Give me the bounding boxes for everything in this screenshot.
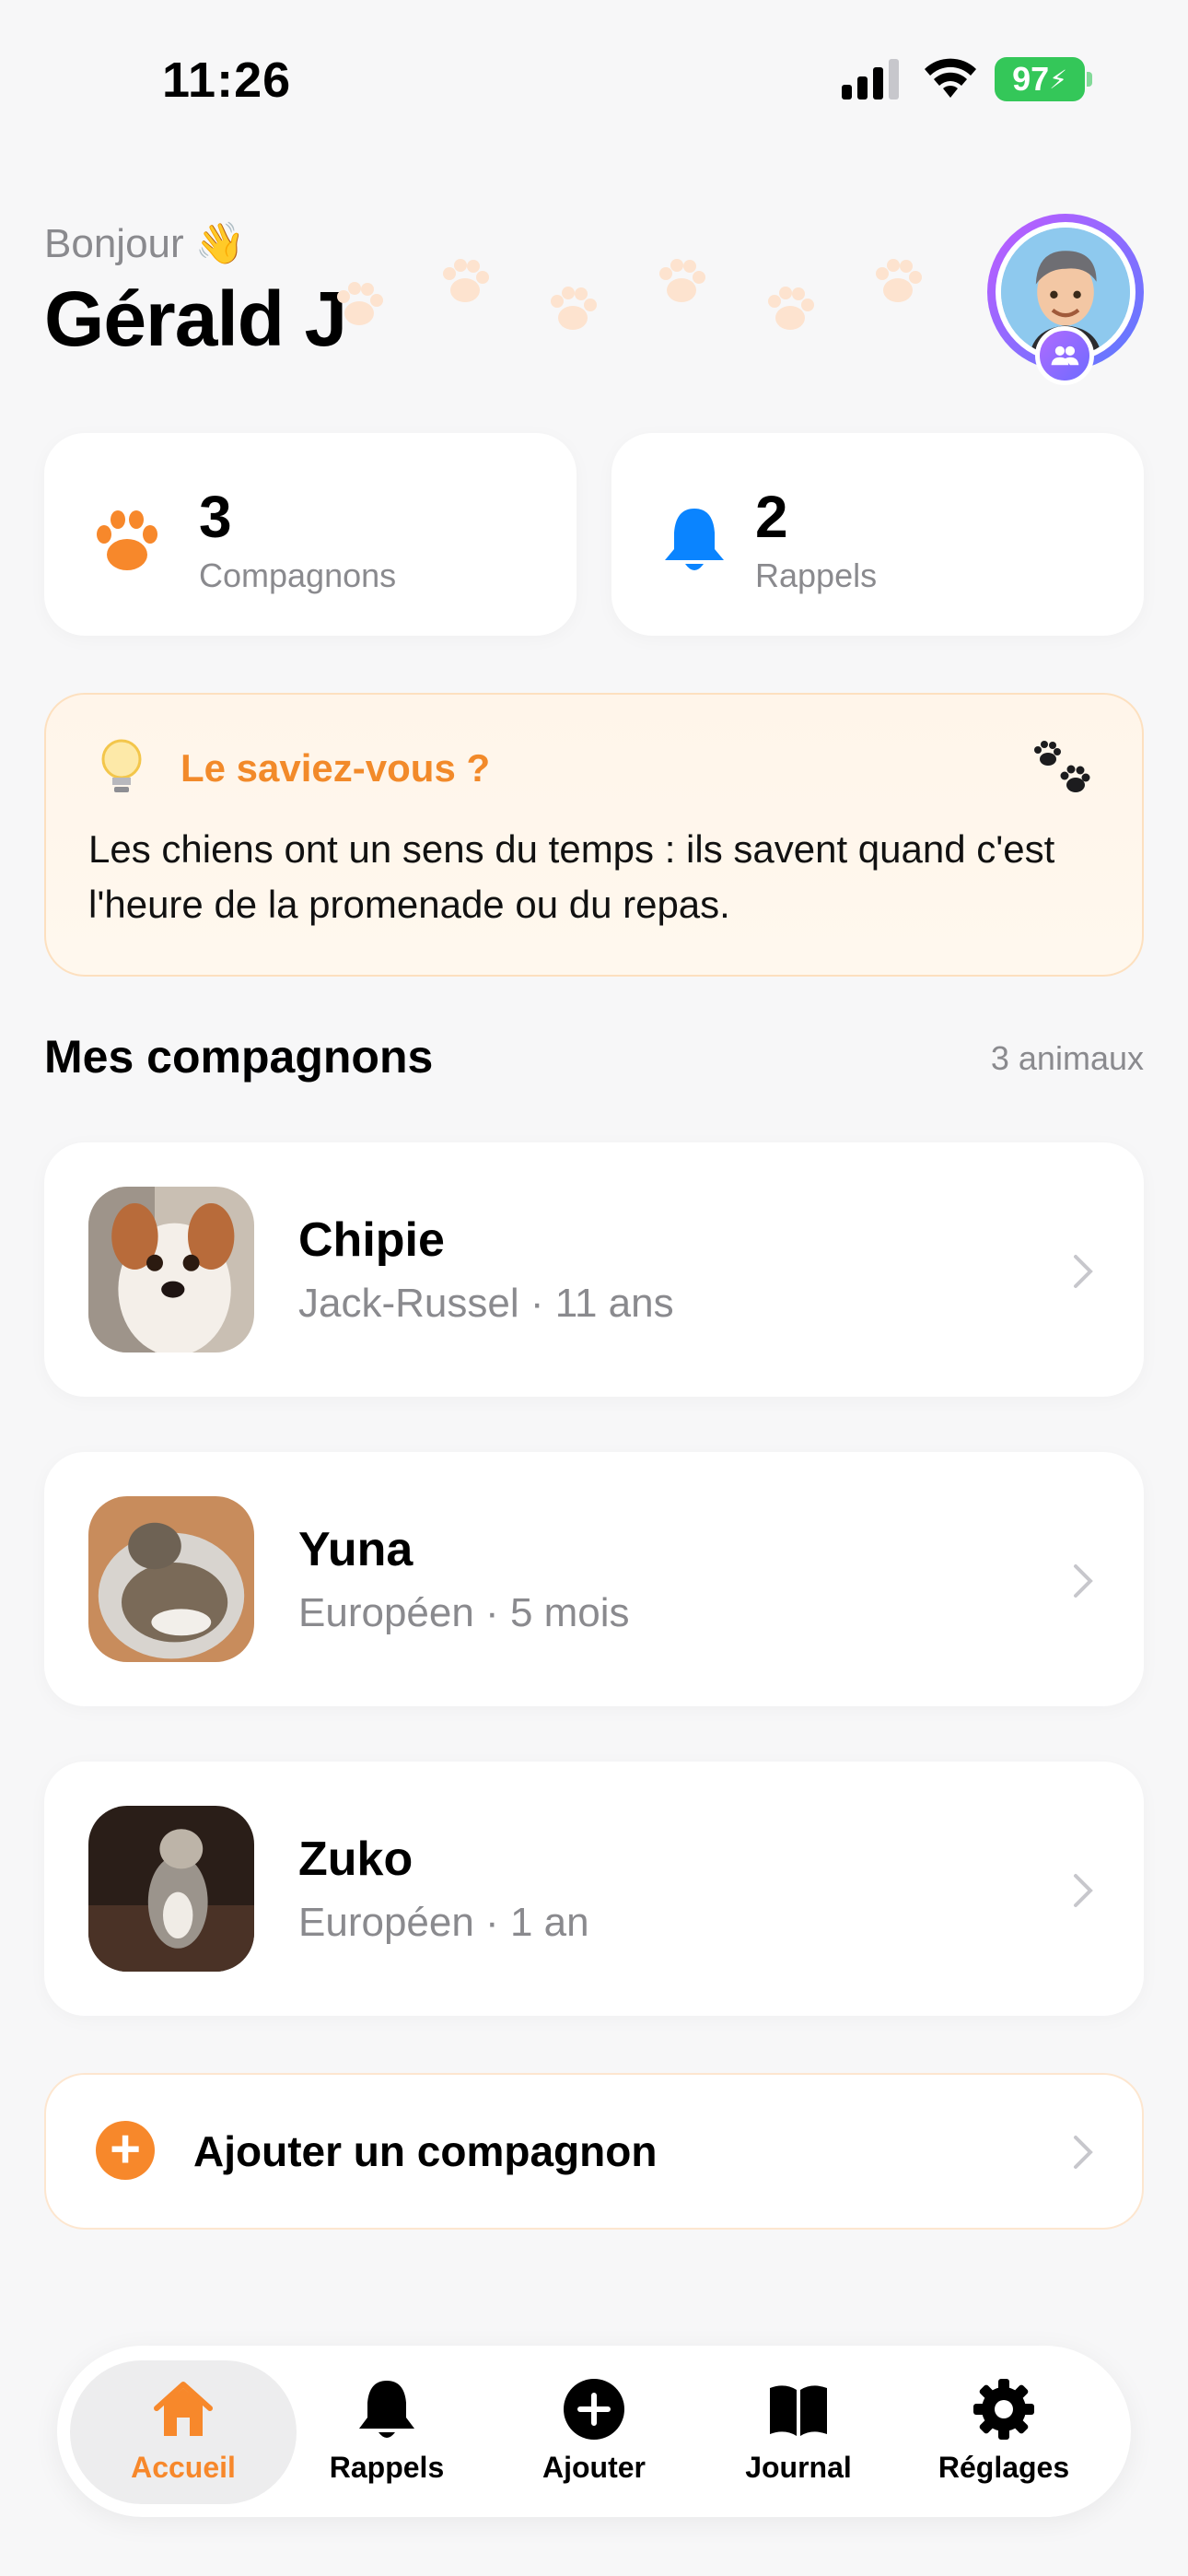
reminders-stat-card[interactable]: 2 Rappels [611,433,1144,636]
pet-name: Chipie [298,1213,445,1267]
family-sharing-badge [1035,326,1094,385]
companions-count: 3 [199,484,232,550]
tab-accueil[interactable]: Accueil [91,2375,275,2495]
cellular-signal-icon [842,59,899,100]
status-time: 11:26 [162,53,292,108]
bell-icon [359,2381,414,2438]
plus-circle-icon [564,2379,624,2440]
pet-details: Européen · 5 mois [298,1590,630,1635]
chevron-right-icon [1074,1255,1093,1288]
chevron-right-icon [1074,2136,1093,2169]
paw-prints-icon [1034,741,1090,792]
battery-indicator: 97 ⚡ [995,57,1085,101]
pet-photo-yuna [88,1496,254,1662]
gear-icon [973,2379,1034,2440]
wifi-icon [925,58,976,98]
pet-name: Yuna [298,1523,413,1576]
tab-label: Rappels [329,2451,445,2484]
tab-ajouter[interactable]: Ajouter [502,2375,686,2495]
lightbulb-icon [101,739,142,792]
companions-stat-card[interactable]: 3 Compagnons [44,433,577,636]
tab-label: Accueil [131,2451,236,2484]
pet-photo-zuko [88,1806,254,1972]
paw-icon [97,510,157,570]
tab-reglages[interactable]: Réglages [912,2375,1096,2495]
dog-photo [88,1187,254,1352]
house-icon [154,2382,213,2436]
section-title: Mes compagnons [44,1031,434,1083]
pet-name: Zuko [298,1832,413,1886]
book-icon [770,2385,827,2436]
cat-photo [88,1806,254,1972]
bell-icon [665,509,724,570]
tip-title: Le saviez-vous ? [181,746,491,790]
greeting: Bonjour 👋 [44,221,246,266]
tip-text: Les chiens ont un sens du temps : ils sa… [88,827,1055,926]
battery-level: 97 [1012,60,1050,98]
chevron-right-icon [1074,1564,1093,1598]
pet-photo-chipie [88,1187,254,1352]
pet-details: Européen · 1 an [298,1900,589,1945]
tab-journal[interactable]: Journal [706,2375,891,2495]
chevron-right-icon [1074,1874,1093,1907]
paw-decoration [337,259,922,330]
add-companion-label: Ajouter un compagnon [193,2127,658,2175]
tab-rappels[interactable]: Rappels [295,2375,479,2495]
reminders-count: 2 [755,484,788,550]
tab-label: Réglages [938,2451,1070,2484]
tab-label: Journal [745,2451,852,2484]
companions-label: Compagnons [199,556,397,594]
user-name: Gérald J [44,275,347,362]
cat-photo [88,1496,254,1662]
plus-circle-icon: + [96,2121,155,2180]
section-count: 3 animaux [990,1039,1144,1077]
pet-details: Jack-Russel · 11 ans [298,1281,674,1326]
battery-tip [1087,72,1092,87]
reminders-label: Rappels [755,556,878,594]
tab-label: Ajouter [542,2451,646,2484]
people-icon [1051,345,1079,366]
